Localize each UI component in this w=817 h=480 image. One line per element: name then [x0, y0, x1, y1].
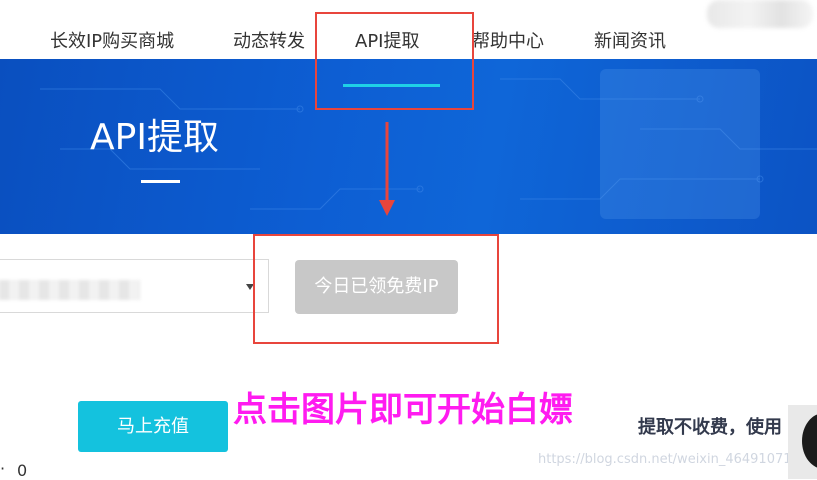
count-value: 0 [17, 461, 28, 480]
list-marker: · [0, 459, 6, 478]
arrow-down-icon [379, 122, 395, 216]
fee-notice: 提取不收费，使用 [638, 417, 782, 438]
avatar-image [802, 413, 817, 469]
recharge-button[interactable]: 马上充值 [78, 401, 228, 452]
nav-item-ip-store[interactable]: 长效IP购买商城 [50, 30, 174, 54]
page-title: API提取 [90, 117, 219, 158]
highlight-box-nav [315, 12, 474, 110]
csdn-watermark: https://blog.csdn.net/weixin_46491071 [538, 452, 792, 467]
ip-package-select[interactable] [0, 259, 269, 313]
highlight-box-button [253, 234, 499, 344]
blurred-user-area [707, 0, 813, 28]
blurred-select-value [0, 280, 140, 300]
title-underline [141, 180, 180, 183]
nav-item-news[interactable]: 新闻资讯 [594, 30, 666, 54]
nav-item-dynamic-forward[interactable]: 动态转发 [233, 30, 305, 54]
nav-item-help-center[interactable]: 帮助中心 [472, 30, 544, 54]
annotation-text: 点击图片即可开始白嫖 [233, 390, 573, 430]
avatar [788, 405, 817, 479]
